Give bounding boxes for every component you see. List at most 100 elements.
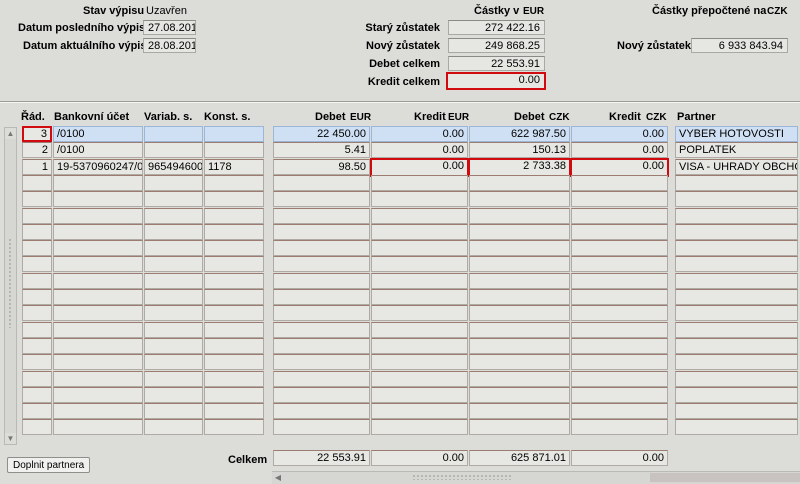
- table-cell-empty[interactable]: [204, 256, 264, 272]
- table-cell-debet-eur[interactable]: 22 450.00: [273, 126, 370, 142]
- table-cell-empty[interactable]: [273, 419, 370, 435]
- table-cell-empty[interactable]: [469, 289, 570, 305]
- table-cell-empty[interactable]: [144, 403, 203, 419]
- table-cell-empty[interactable]: [675, 338, 798, 354]
- table-cell-empty[interactable]: [273, 338, 370, 354]
- table-cell-empty[interactable]: [371, 175, 468, 191]
- table-cell-empty[interactable]: [144, 256, 203, 272]
- table-cell-empty[interactable]: [571, 175, 668, 191]
- table-cell-empty[interactable]: [204, 289, 264, 305]
- table-cell-konst[interactable]: [204, 126, 264, 142]
- table-cell-empty[interactable]: [22, 224, 52, 240]
- table-cell-empty[interactable]: [675, 371, 798, 387]
- table-cell-ucet[interactable]: /0100: [53, 142, 143, 158]
- table-cell-empty[interactable]: [371, 224, 468, 240]
- table-cell-empty[interactable]: [22, 371, 52, 387]
- table-cell-empty[interactable]: [204, 354, 264, 370]
- table-cell-konst[interactable]: 1178: [204, 159, 264, 175]
- table-cell-empty[interactable]: [675, 419, 798, 435]
- table-cell-empty[interactable]: [273, 371, 370, 387]
- table-cell-empty[interactable]: [469, 191, 570, 207]
- table-cell-empty[interactable]: [675, 289, 798, 305]
- table-cell-empty[interactable]: [53, 208, 143, 224]
- table-cell-empty[interactable]: [144, 175, 203, 191]
- table-cell-empty[interactable]: [144, 240, 203, 256]
- table-cell-empty[interactable]: [144, 419, 203, 435]
- table-cell-empty[interactable]: [571, 256, 668, 272]
- table-cell-empty[interactable]: [469, 240, 570, 256]
- table-cell-empty[interactable]: [53, 256, 143, 272]
- table-cell-empty[interactable]: [469, 419, 570, 435]
- table-cell-variab[interactable]: 9654946009: [144, 159, 203, 175]
- scroll-down-icon[interactable]: ▼: [5, 433, 16, 444]
- table-cell-variab[interactable]: [144, 126, 203, 142]
- datum-posledniho-field[interactable]: 27.08.2014: [143, 20, 196, 35]
- table-cell-kredit-eur[interactable]: 0.00: [371, 142, 468, 158]
- table-cell-empty[interactable]: [273, 256, 370, 272]
- table-cell-empty[interactable]: [53, 419, 143, 435]
- novy-zustatek-czk-field[interactable]: 6 933 843.94: [691, 38, 788, 53]
- table-cell-empty[interactable]: [273, 208, 370, 224]
- table-cell-empty[interactable]: [144, 354, 203, 370]
- table-cell-empty[interactable]: [53, 273, 143, 289]
- table-cell-empty[interactable]: [571, 240, 668, 256]
- table-cell-empty[interactable]: [273, 273, 370, 289]
- table-cell-empty[interactable]: [469, 403, 570, 419]
- table-cell-empty[interactable]: [53, 240, 143, 256]
- table-cell-empty[interactable]: [273, 224, 370, 240]
- table-cell-rad[interactable]: 2: [22, 142, 52, 158]
- table-cell-empty[interactable]: [371, 273, 468, 289]
- table-cell-empty[interactable]: [469, 175, 570, 191]
- table-cell-empty[interactable]: [53, 371, 143, 387]
- table-cell-empty[interactable]: [22, 387, 52, 403]
- table-cell-empty[interactable]: [571, 208, 668, 224]
- table-vertical-scrollbar[interactable]: ▲ ▼: [4, 127, 17, 445]
- table-cell-empty[interactable]: [469, 256, 570, 272]
- scroll-up-icon[interactable]: ▲: [5, 128, 16, 139]
- table-cell-debet-czk[interactable]: 622 987.50: [469, 126, 570, 142]
- table-cell-empty[interactable]: [371, 240, 468, 256]
- table-cell-empty[interactable]: [371, 419, 468, 435]
- table-cell-empty[interactable]: [144, 305, 203, 321]
- table-cell-empty[interactable]: [204, 305, 264, 321]
- table-cell-empty[interactable]: [22, 191, 52, 207]
- table-cell-empty[interactable]: [22, 338, 52, 354]
- stary-zustatek-field[interactable]: 272 422.16: [448, 20, 545, 35]
- table-cell-empty[interactable]: [371, 208, 468, 224]
- table-cell-empty[interactable]: [22, 322, 52, 338]
- table-cell-empty[interactable]: [22, 273, 52, 289]
- table-cell-empty[interactable]: [22, 208, 52, 224]
- table-cell-empty[interactable]: [469, 371, 570, 387]
- table-cell-empty[interactable]: [204, 240, 264, 256]
- table-cell-empty[interactable]: [144, 224, 203, 240]
- scroll-thumb[interactable]: [8, 238, 13, 328]
- table-cell-empty[interactable]: [53, 305, 143, 321]
- table-cell-empty[interactable]: [371, 403, 468, 419]
- table-cell-empty[interactable]: [204, 387, 264, 403]
- total-debet-eur[interactable]: 22 553.91: [273, 450, 370, 466]
- table-cell-empty[interactable]: [273, 175, 370, 191]
- table-cell-empty[interactable]: [571, 354, 668, 370]
- table-cell-empty[interactable]: [144, 338, 203, 354]
- debet-celkem-field[interactable]: 22 553.91: [448, 56, 545, 71]
- table-cell-empty[interactable]: [371, 289, 468, 305]
- datum-aktualniho-field[interactable]: 28.08.2014: [143, 38, 196, 53]
- table-cell-empty[interactable]: [22, 256, 52, 272]
- table-cell-empty[interactable]: [22, 305, 52, 321]
- table-cell-empty[interactable]: [571, 322, 668, 338]
- table-cell-empty[interactable]: [571, 305, 668, 321]
- table-cell-empty[interactable]: [204, 175, 264, 191]
- table-cell-empty[interactable]: [371, 322, 468, 338]
- table-cell-empty[interactable]: [53, 354, 143, 370]
- table-cell-empty[interactable]: [675, 322, 798, 338]
- table-cell-empty[interactable]: [675, 191, 798, 207]
- table-cell-empty[interactable]: [371, 387, 468, 403]
- table-cell-empty[interactable]: [571, 403, 668, 419]
- table-cell-empty[interactable]: [273, 322, 370, 338]
- table-horizontal-scrollbar[interactable]: ◀: [272, 471, 800, 484]
- table-cell-empty[interactable]: [204, 224, 264, 240]
- table-cell-empty[interactable]: [22, 289, 52, 305]
- table-cell-empty[interactable]: [469, 208, 570, 224]
- table-cell-rad[interactable]: 1: [22, 159, 52, 175]
- table-cell-empty[interactable]: [571, 289, 668, 305]
